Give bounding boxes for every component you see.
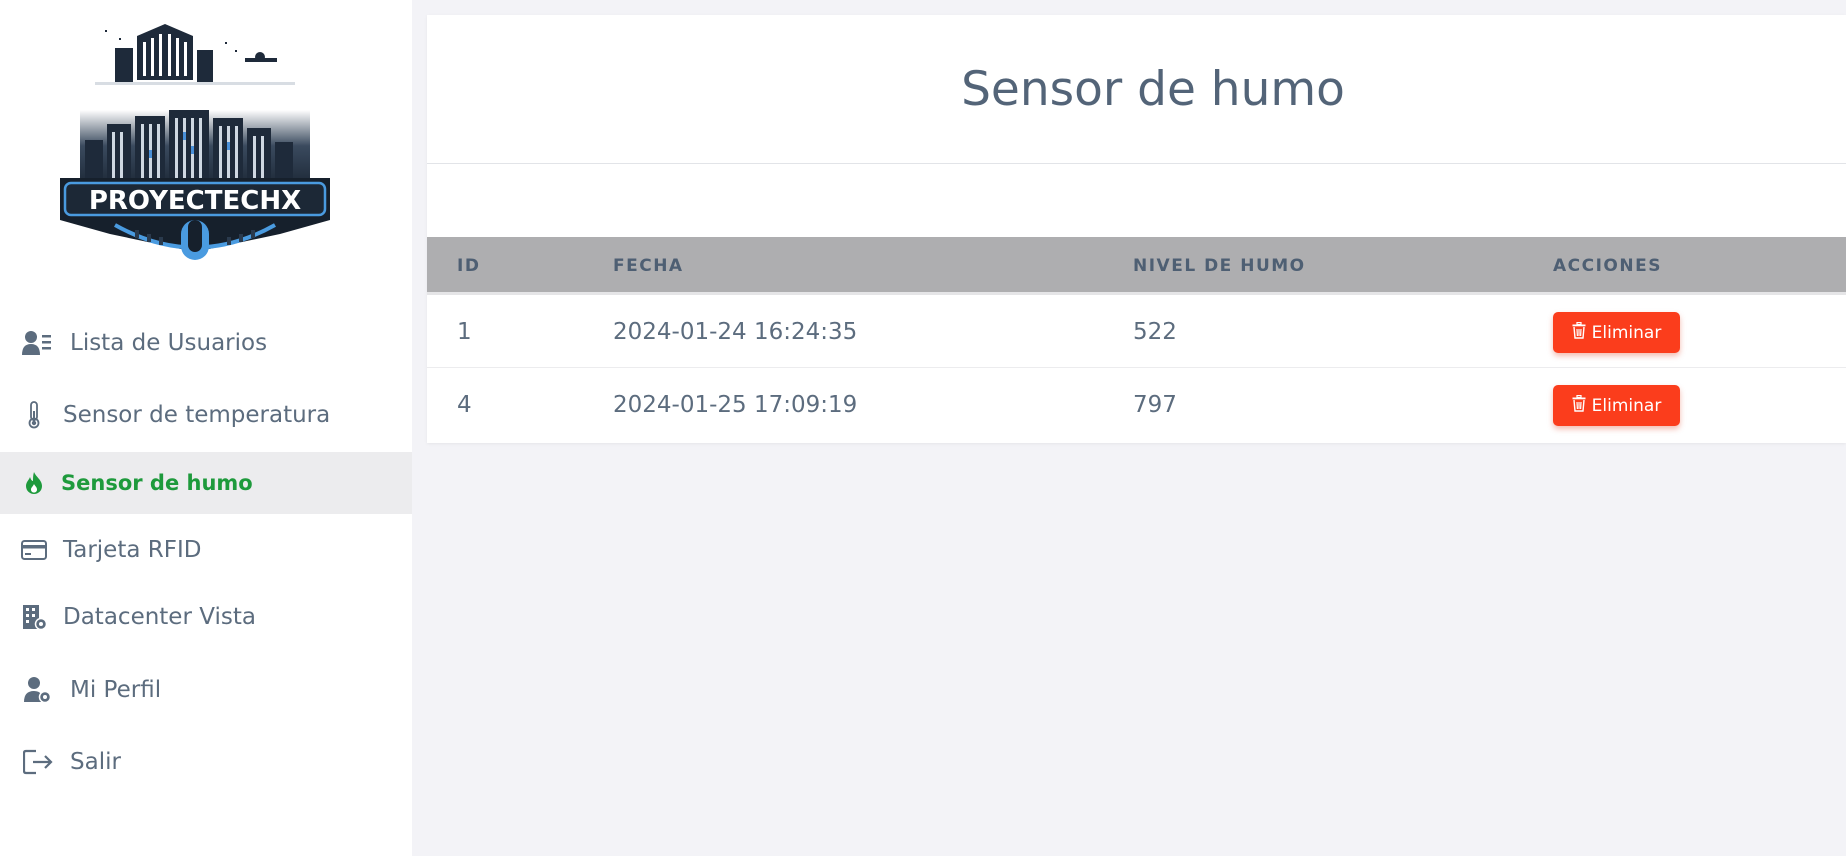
sidebar-item-label: Sensor de temperatura [63, 402, 331, 428]
user-gear-icon [22, 674, 54, 706]
column-header-id: ID [457, 256, 481, 276]
sidebar-item-salir[interactable]: Salir [0, 731, 412, 793]
sidebar-item-label: Tarjeta RFID [63, 537, 202, 563]
sidebar-item-label: Lista de Usuarios [70, 330, 268, 356]
cell-id: 1 [457, 319, 472, 345]
cell-fecha: 2024-01-25 17:09:19 [613, 392, 858, 418]
table-header: ID FECHA NIVEL DE HUMO ACCIONES [427, 237, 1846, 295]
table-row: 4 2024-01-25 17:09:19 797 Eliminar [427, 369, 1846, 441]
sidebar: PROYECTECHX Lista de Usuarios Sensor de … [0, 0, 412, 856]
logout-icon [22, 746, 54, 778]
delete-button[interactable]: Eliminar [1553, 312, 1680, 353]
sidebar-item-datacenter-vista[interactable]: Datacenter Vista [0, 587, 412, 647]
trash-icon [1572, 321, 1586, 344]
column-header-fecha: FECHA [613, 256, 684, 276]
cell-id: 4 [457, 392, 472, 418]
logo-text: PROYECTECHX [89, 186, 301, 216]
user-list-icon [21, 327, 53, 359]
sidebar-item-tarjeta-rfid[interactable]: Tarjeta RFID [0, 520, 412, 580]
cell-nivel-humo: 522 [1133, 319, 1177, 345]
trash-icon [1572, 394, 1586, 417]
delete-button-label: Eliminar [1591, 395, 1662, 416]
cell-nivel-humo: 797 [1133, 392, 1177, 418]
column-header-acciones: ACCIONES [1553, 256, 1662, 276]
sidebar-item-label: Datacenter Vista [63, 604, 256, 630]
cell-fecha: 2024-01-24 16:24:35 [613, 319, 858, 345]
sidebar-item-sensor-temperatura[interactable]: Sensor de temperatura [0, 385, 412, 445]
credit-card-icon [18, 534, 50, 566]
page-title: Sensor de humo [427, 15, 1846, 164]
sidebar-item-sensor-humo[interactable]: Sensor de humo [0, 452, 412, 514]
building-gear-icon [18, 601, 50, 633]
sidebar-item-label: Mi Perfil [70, 677, 162, 703]
brand-logo: PROYECTECHX [55, 20, 335, 285]
flame-icon [18, 467, 50, 499]
sidebar-item-lista-usuarios[interactable]: Lista de Usuarios [0, 313, 412, 373]
content-card: Sensor de humo ID FECHA NIVEL DE HUMO AC… [427, 15, 1846, 443]
sidebar-item-label: Sensor de humo [61, 471, 253, 495]
thermometer-icon [18, 399, 50, 431]
sidebar-item-mi-perfil[interactable]: Mi Perfil [0, 659, 412, 721]
delete-button[interactable]: Eliminar [1553, 385, 1680, 426]
delete-button-label: Eliminar [1591, 322, 1662, 343]
table-row: 1 2024-01-24 16:24:35 522 Eliminar [427, 296, 1846, 368]
sidebar-item-label: Salir [70, 749, 121, 775]
column-header-nivel-humo: NIVEL DE HUMO [1133, 256, 1306, 276]
